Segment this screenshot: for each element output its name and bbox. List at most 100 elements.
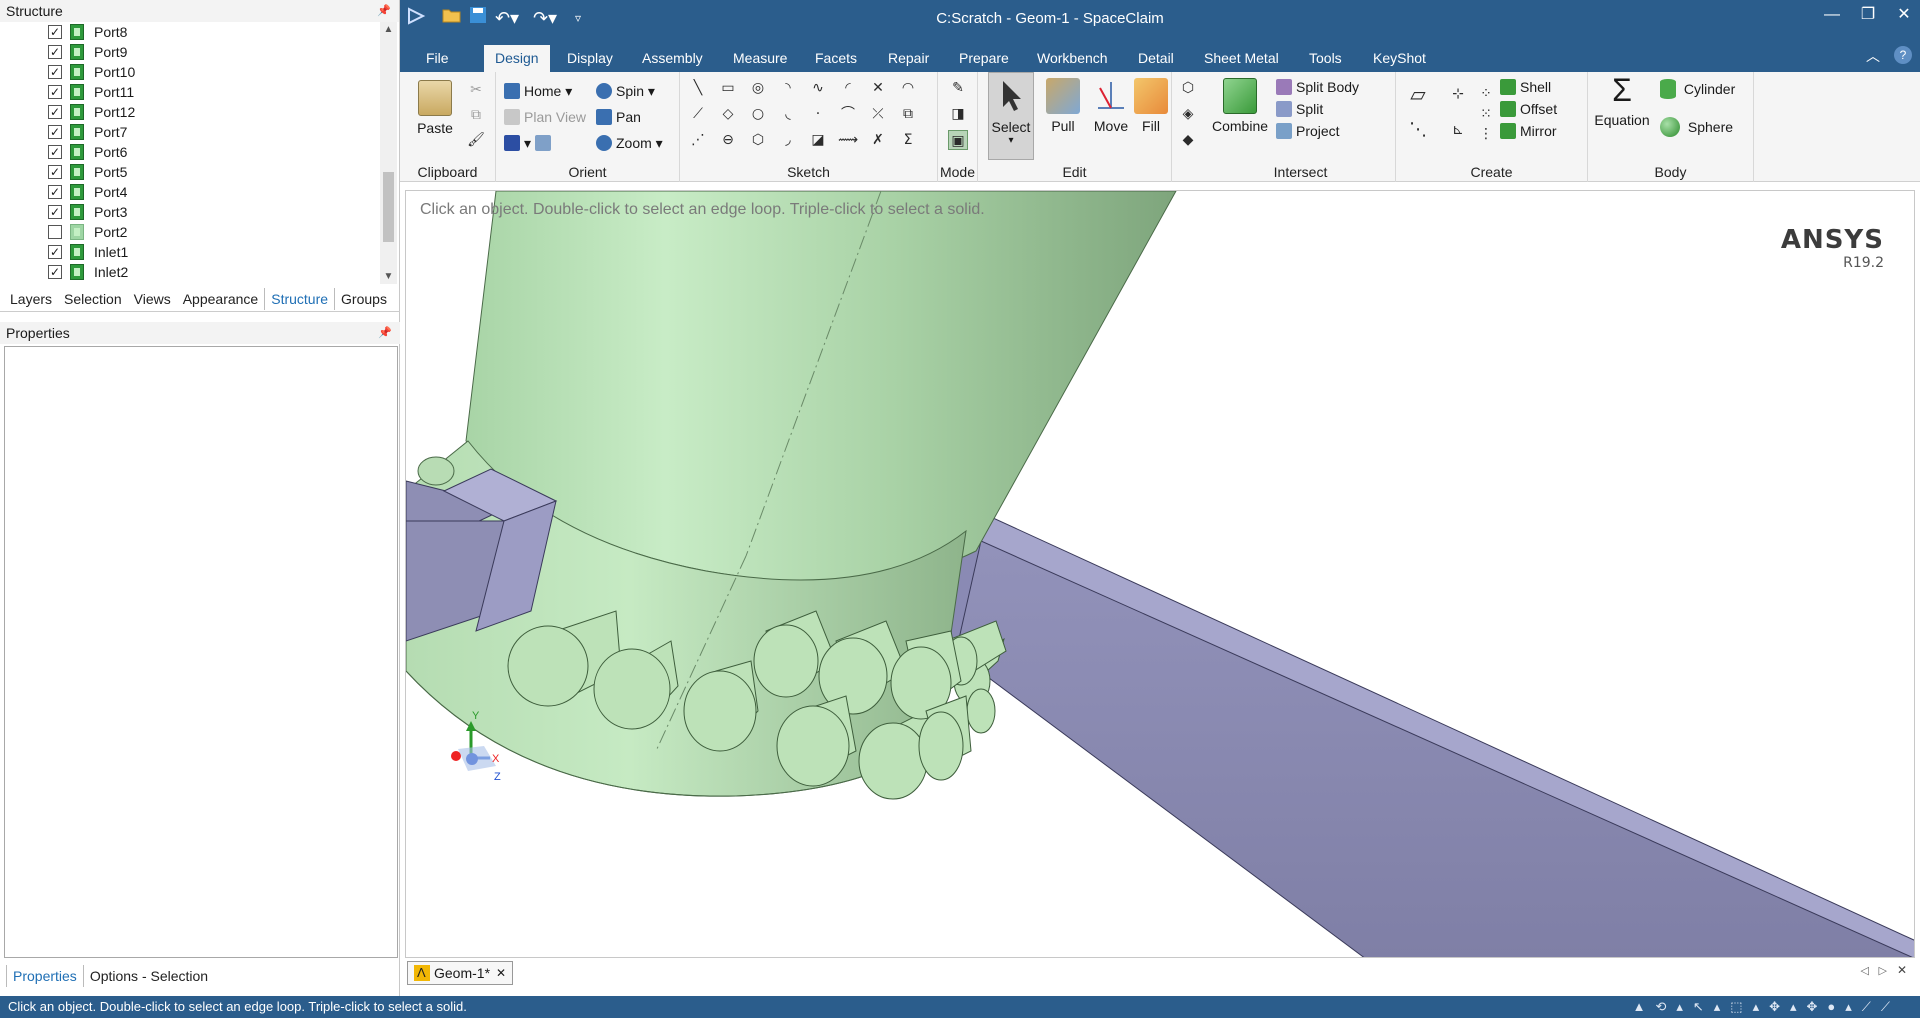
three-point-rect-icon[interactable]: ◇ [718, 104, 738, 124]
tree-item[interactable]: ✓ Port8 [0, 22, 398, 42]
sketch-equation-icon[interactable]: Σ [898, 130, 918, 150]
tree-item[interactable]: ✓ Port5 [0, 162, 398, 182]
bend-tool-icon[interactable]: ◠ [898, 78, 918, 98]
point-create-icon[interactable]: ⊹ [1448, 84, 1468, 104]
tree-item[interactable]: ✓ Port12 [0, 102, 398, 122]
replace-icon[interactable]: ◈ [1178, 104, 1198, 124]
section-mode-icon[interactable]: ◨ [948, 104, 968, 124]
tab-facets[interactable]: Facets [804, 45, 868, 72]
select-button[interactable]: Select ▾ [988, 72, 1034, 160]
visibility-checkbox[interactable]: ✓ [48, 125, 62, 139]
help-icon[interactable]: ? [1894, 46, 1912, 64]
tree-item[interactable]: ✓ Port11 [0, 82, 398, 102]
face-curve-icon[interactable]: ◪ [808, 130, 828, 150]
cut-icon[interactable]: ✂ [466, 80, 486, 100]
split-body-button[interactable]: Split Body [1276, 76, 1359, 98]
offset-curve-icon[interactable]: ⌒ [838, 104, 858, 124]
tree-item[interactable]: ✓ Port7 [0, 122, 398, 142]
scroll-thumb[interactable] [383, 172, 394, 242]
pattern-circular-icon[interactable]: ⁙ [1476, 104, 1496, 124]
project-button[interactable]: Project [1276, 120, 1340, 142]
close-icon[interactable]: ✕ [1886, 0, 1920, 30]
ellipse-tool-icon[interactable]: ○ [748, 104, 768, 124]
scroll-up-icon[interactable]: ▲ [380, 24, 397, 35]
tab-prepare[interactable]: Prepare [948, 45, 1020, 72]
3d-viewport[interactable]: Y X Z Click an object. Double-click to s… [405, 190, 1915, 958]
tab-views[interactable]: Views [128, 288, 177, 310]
visibility-checkbox[interactable]: ✓ [48, 145, 62, 159]
plan-view-button[interactable]: Plan View [504, 106, 586, 128]
visibility-checkbox[interactable]: ✓ [48, 85, 62, 99]
line-tool-icon[interactable]: ╲ [688, 78, 708, 98]
tree-item[interactable]: ✓ Inlet2 [0, 262, 398, 282]
spin-button[interactable]: Spin ▾ [596, 80, 655, 102]
tree-scrollbar[interactable]: ▲ ▼ [380, 22, 397, 284]
pin-icon[interactable]: 📌 [377, 0, 391, 22]
corner-arc-icon[interactable]: ◜ [838, 78, 858, 98]
pattern-fill-icon[interactable]: ⋮ [1476, 124, 1496, 144]
polygon-tool-icon[interactable]: ⬡ [748, 130, 768, 150]
sweep-arc-icon[interactable]: ◟ [778, 104, 798, 124]
tweak-face-icon[interactable]: ◆ [1178, 130, 1198, 150]
tree-item[interactable]: ✓ Port4 [0, 182, 398, 202]
origin-icon[interactable]: ⊾ [1448, 120, 1468, 140]
blend-icon[interactable]: ⬡ [1178, 78, 1198, 98]
tree-item[interactable]: ✓ Port3 [0, 202, 398, 222]
three-point-arc-icon[interactable]: ◞ [778, 130, 798, 150]
tab-detail[interactable]: Detail [1127, 45, 1185, 72]
tab-measure[interactable]: Measure [722, 45, 798, 72]
format-painter-icon[interactable]: 🖌 [466, 130, 486, 150]
visibility-checkbox[interactable]: ✓ [48, 245, 62, 259]
main-cylinder[interactable] [465, 191, 1177, 583]
tab-options-selection[interactable]: Options - Selection [84, 965, 214, 987]
visibility-checkbox[interactable]: ✓ [48, 65, 62, 79]
mirror-button[interactable]: Mirror [1500, 120, 1557, 142]
copy-curve-icon[interactable]: ⧉ [898, 104, 918, 124]
visibility-checkbox[interactable]: ✓ [48, 25, 62, 39]
pan-button[interactable]: Pan [596, 106, 641, 128]
doc-tab-close-icon[interactable]: ✕ [496, 966, 506, 980]
tangent-line-icon[interactable]: ⟋ [688, 104, 708, 124]
tab-tools[interactable]: Tools [1298, 45, 1353, 72]
tree-item[interactable]: Port2 [0, 222, 398, 242]
construction-line-icon[interactable]: ⋰ [688, 130, 708, 150]
scroll-down-icon[interactable]: ▼ [380, 271, 397, 282]
sketch-mode-icon[interactable]: ✎ [948, 78, 968, 98]
tab-design[interactable]: Design [484, 45, 550, 72]
visibility-checkbox[interactable]: ✓ [48, 265, 62, 279]
tree-item[interactable]: ✓ Port9 [0, 42, 398, 62]
select-dropdown-icon[interactable]: ▾ [989, 135, 1033, 146]
copy-icon[interactable]: ⧉ [466, 105, 486, 125]
circle-tool-icon[interactable]: ◎ [748, 78, 768, 98]
arc-tool-icon[interactable]: ◝ [778, 78, 798, 98]
point-tool-icon[interactable]: · [808, 104, 828, 124]
tab-sheet-metal[interactable]: Sheet Metal [1193, 45, 1290, 72]
fill-button[interactable]: Fill [1128, 78, 1174, 134]
offset-button[interactable]: Offset [1500, 98, 1557, 120]
tree-item[interactable]: ✓ Port6 [0, 142, 398, 162]
tab-layers[interactable]: Layers [4, 288, 58, 310]
visibility-checkbox[interactable]: ✓ [48, 185, 62, 199]
tab-appearance[interactable]: Appearance [177, 288, 265, 310]
tab-keyshot[interactable]: KeyShot [1362, 45, 1437, 72]
minimize-icon[interactable]: — [1814, 0, 1850, 30]
3d-mode-icon[interactable]: ▣ [948, 130, 968, 150]
paste-button[interactable]: Paste [410, 80, 460, 136]
visibility-checkbox[interactable]: ✓ [48, 45, 62, 59]
pin-icon[interactable]: 📌 [378, 322, 392, 344]
tab-repair[interactable]: Repair [877, 45, 940, 72]
tab-file[interactable]: File [415, 45, 460, 72]
visibility-checkbox[interactable]: ✓ [48, 165, 62, 179]
visibility-checkbox[interactable]: ✓ [48, 105, 62, 119]
tab-groups[interactable]: Groups [335, 288, 393, 310]
view-cube-button[interactable]: ▾ [504, 132, 555, 154]
visibility-checkbox[interactable] [48, 225, 62, 239]
tree-item[interactable]: ✓ Inlet1 [0, 242, 398, 262]
model-scene[interactable]: Y X Z [406, 191, 1915, 958]
sphere-button[interactable]: Sphere [1660, 116, 1733, 138]
tab-display[interactable]: Display [556, 45, 624, 72]
slot-tool-icon[interactable]: ⊖ [718, 130, 738, 150]
tab-properties[interactable]: Properties [6, 965, 84, 987]
doc-tab-geom1[interactable]: Λ Geom-1* ✕ [407, 961, 514, 985]
tab-workbench[interactable]: Workbench [1026, 45, 1119, 72]
